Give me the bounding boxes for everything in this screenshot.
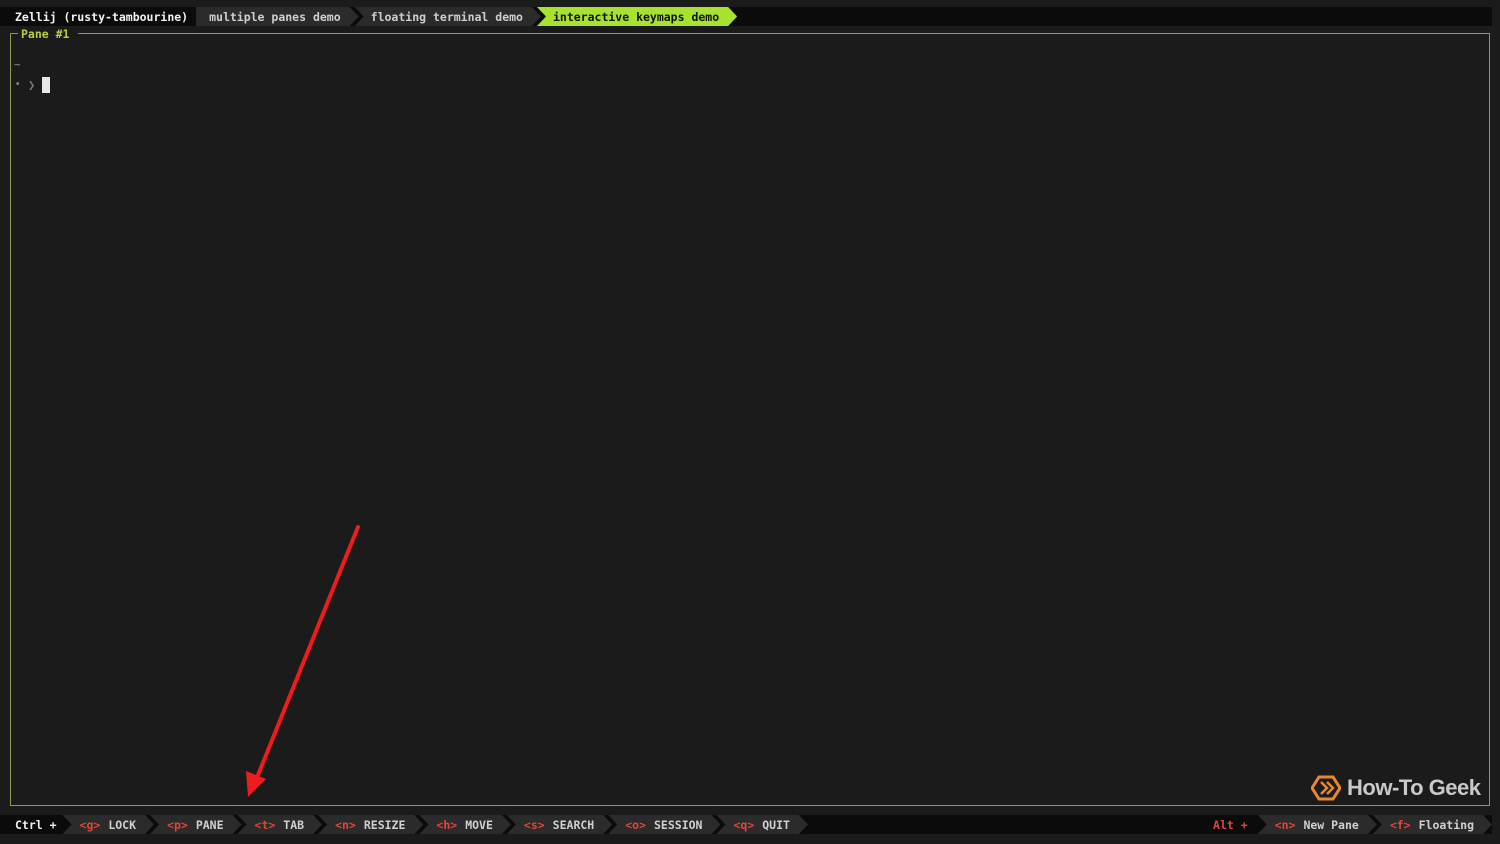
mode-label: SESSION (654, 817, 703, 832)
mode-pane[interactable]: <p> PANE (150, 815, 241, 834)
pane-title: Pane #1 (21, 27, 70, 41)
tab-multiple-panes-demo[interactable]: multiple panes demo (196, 7, 359, 26)
mode-key: <o> (625, 817, 646, 832)
terminal-cursor (42, 77, 50, 93)
mode-label: LOCK (108, 817, 137, 832)
mode-tab[interactable]: <t> TAB (238, 815, 323, 834)
mode-key: <s> (523, 817, 545, 832)
pane-border (78, 33, 1489, 34)
watermark-text: How-To Geek (1347, 775, 1481, 800)
mode-key: <t> (254, 817, 276, 832)
ctrl-modifier-label: Ctrl + (15, 817, 57, 832)
status-bar: Ctrl + <g> LOCK <p> PANE <t> TAB <n> RESIZE … (0, 815, 1492, 834)
mode-key: <n> (335, 817, 356, 832)
prompt-dot: • (15, 80, 21, 90)
mode-key: <h> (436, 817, 458, 832)
action-floating[interactable]: <f> Floating (1373, 815, 1492, 834)
terminal-pane[interactable] (10, 33, 1490, 806)
pane-border (10, 33, 18, 34)
mode-label: SEARCH (552, 817, 595, 832)
mode-label: RESIZE (363, 817, 406, 832)
mode-label: MOVE (465, 817, 493, 832)
action-label: New Pane (1303, 817, 1359, 832)
mode-label: PANE (195, 817, 224, 832)
alt-modifier-label: Alt + (1213, 817, 1248, 832)
mode-key: <p> (167, 817, 188, 832)
tab-floating-terminal-demo[interactable]: floating terminal demo (355, 7, 541, 26)
mode-session[interactable]: <o> SESSION (608, 815, 720, 834)
tab-bar: Zellij (rusty-tambourine) multiple panes… (0, 7, 1492, 26)
mode-label: QUIT (762, 817, 790, 832)
mode-label: TAB (283, 817, 305, 832)
prompt-symbol: ❯ (28, 78, 36, 92)
session-name: Zellij (rusty-tambourine) (15, 9, 189, 24)
mode-quit[interactable]: <q> QUIT (716, 815, 807, 834)
tab-list: multiple panes demo floating terminal de… (196, 7, 737, 26)
action-label: Floating (1418, 817, 1474, 832)
alt-actions: <n> New Pane <f> Floating (1262, 815, 1492, 834)
action-key: <f> (1389, 817, 1411, 832)
mode-resize[interactable]: <n> RESIZE (318, 815, 423, 834)
mode-move[interactable]: <h> MOVE (419, 815, 510, 834)
cwd-indicator: ~ (14, 58, 21, 71)
action-new-pane[interactable]: <n> New Pane (1258, 815, 1377, 834)
action-key: <n> (1274, 817, 1296, 832)
mode-search[interactable]: <s> SEARCH (507, 815, 612, 834)
mode-key: <q> (733, 817, 755, 832)
watermark: How-To Geek (1311, 775, 1481, 801)
htg-logo-icon (1311, 775, 1341, 801)
mode-key: <g> (79, 817, 101, 832)
tab-interactive-keymaps-demo[interactable]: interactive keymaps demo (537, 7, 737, 26)
mode-lock[interactable]: <g> LOCK (63, 815, 154, 834)
mode-keys: <g> LOCK <p> PANE <t> TAB <n> RESIZE <h> MOVE… (67, 815, 808, 834)
